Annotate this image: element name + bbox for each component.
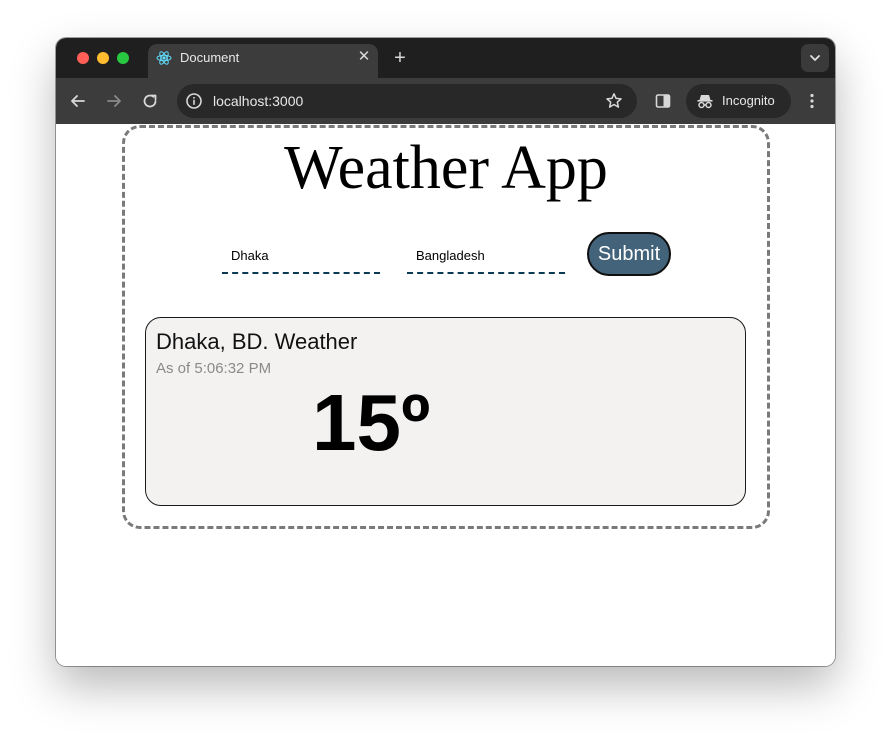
react-icon [156, 50, 172, 66]
country-input[interactable] [407, 238, 565, 274]
back-arrow-icon[interactable] [67, 90, 89, 112]
incognito-badge[interactable]: Incognito [686, 84, 791, 118]
incognito-label: Incognito [722, 93, 775, 108]
forward-arrow-icon[interactable] [103, 90, 125, 112]
window-maximize-button[interactable] [117, 52, 129, 64]
page-title: Weather App [284, 134, 608, 202]
plus-icon[interactable]: + [390, 48, 410, 68]
weather-card: Dhaka, BD. Weather As of 5:06:32 PM 15º [145, 317, 746, 506]
reload-icon[interactable] [139, 90, 161, 112]
tab-document[interactable]: Document ✕ [148, 44, 378, 78]
address-bar[interactable]: localhost:3000 [177, 84, 637, 118]
side-panel-icon[interactable] [653, 91, 673, 111]
window-close-button[interactable] [77, 52, 89, 64]
window-minimize-button[interactable] [97, 52, 109, 64]
incognito-icon [696, 92, 714, 110]
tab-bar: Document ✕ + [56, 38, 835, 78]
weather-timestamp: As of 5:06:32 PM [156, 360, 272, 377]
info-icon[interactable] [184, 91, 204, 111]
url-text[interactable]: localhost:3000 [213, 93, 303, 109]
weather-heading: Dhaka, BD. Weather [156, 329, 358, 354]
more-vertical-icon[interactable] [802, 91, 822, 111]
tab-search-button[interactable] [801, 44, 829, 72]
tab-title: Document [180, 50, 240, 65]
submit-button[interactable]: Submit [587, 232, 671, 276]
star-icon[interactable] [604, 91, 624, 111]
browser-toolbar: localhost:3000 Incognito [56, 78, 835, 124]
browser-window: Document ✕ + localhost:3000 Incognito We… [56, 38, 835, 666]
close-icon[interactable]: ✕ [356, 49, 372, 65]
city-input[interactable] [222, 238, 380, 274]
weather-app-container: Weather App Submit Dhaka, BD. Weather As… [122, 125, 770, 529]
temperature-value: 15º [312, 378, 431, 467]
chevron-down-icon [810, 55, 820, 61]
page-viewport: Weather App Submit Dhaka, BD. Weather As… [56, 124, 835, 666]
